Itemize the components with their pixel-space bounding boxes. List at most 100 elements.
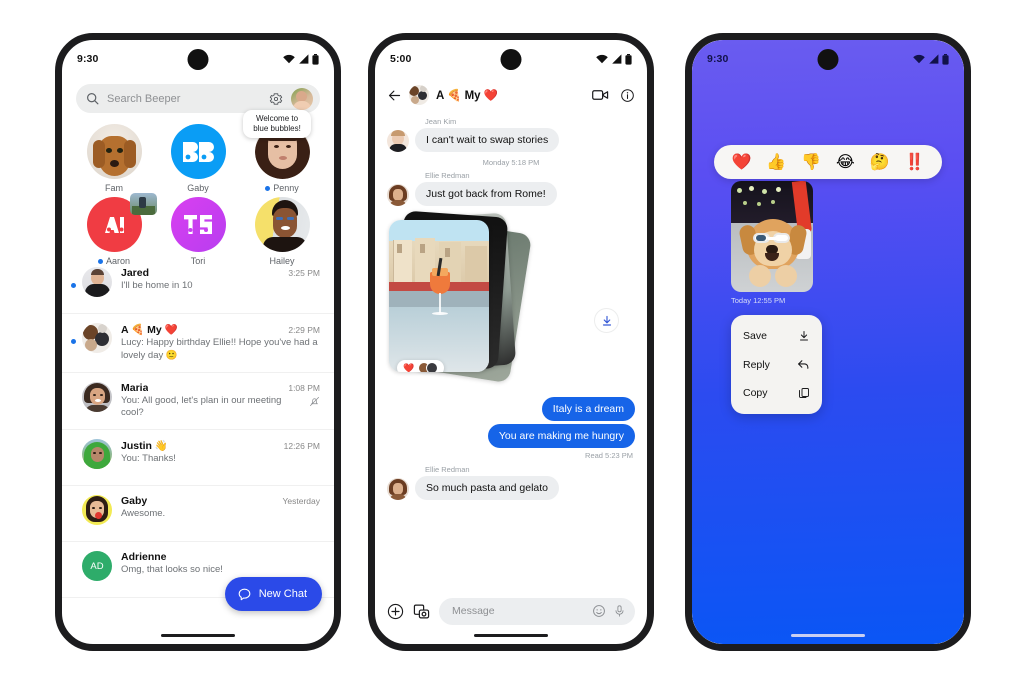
pinned-chat-tori[interactable]: Tori (156, 197, 240, 266)
reaction-heart[interactable]: ❤️ (731, 152, 751, 172)
aaron-glyph (105, 216, 124, 233)
pinned-chat-label: Fam (105, 183, 123, 193)
camera-notch (187, 49, 209, 70)
reactor-avatars (418, 362, 439, 372)
chat-row-justin[interactable]: Justin 👋 12:26 PM You: Thanks! (62, 430, 334, 487)
phone-conversation: 5:00 A 🍕 My ❤️ Jean Kim I can't wait to … (368, 33, 654, 651)
chat-time: 1:08 PM (288, 382, 320, 393)
message-input[interactable]: Message (439, 597, 635, 625)
photo-stack-message[interactable]: ❤️ (387, 210, 635, 395)
chat-row-maria[interactable]: Maria 1:08 PM You: All good, let's plan … (62, 373, 334, 431)
status-icons (283, 53, 319, 65)
chat-row-top: Adrienne (121, 551, 320, 563)
message-bubble: Just got back from Rome! (415, 182, 557, 206)
reaction-emoji: ❤️ (403, 362, 415, 373)
chat-preview: You: Thanks! (121, 453, 320, 466)
hailey-avatar (254, 197, 310, 252)
pinned-chat-penny[interactable]: Welcome to blue bubbles! Penny (240, 110, 324, 193)
pinned-chat-hailey[interactable]: Hailey (240, 197, 324, 266)
gear-icon[interactable] (269, 92, 283, 106)
chat-row-body: Gaby Yesterday Awesome. (121, 495, 320, 521)
chat-row-top: A 🍕 My ❤️ 2:29 PM (121, 323, 320, 336)
battery-icon (312, 53, 319, 65)
chat-preview: Omg, that looks so nice! (121, 564, 320, 577)
label-text: Penny (273, 183, 299, 193)
chat-row-jared[interactable]: Jared 3:25 PM I'll be home in 10 (62, 258, 334, 314)
tori-avatar (170, 197, 226, 252)
status-icons (913, 53, 949, 65)
mute-bell-icon (310, 396, 319, 406)
chat-time: 12:26 PM (283, 441, 320, 452)
menu-item-reply[interactable]: Reply (731, 350, 822, 379)
avatar (82, 381, 112, 412)
avatar-initials: AD (82, 551, 112, 582)
chat-preview: You: All good, let's plan in our meeting… (121, 395, 320, 421)
reaction-pill[interactable]: ❤️ (397, 360, 445, 373)
back-arrow-icon[interactable] (387, 88, 402, 103)
download-icon (800, 331, 808, 341)
pinned-chat-fam[interactable]: Fam (72, 124, 156, 193)
plus-icon[interactable] (387, 603, 404, 620)
chat-row-gaby[interactable]: Gaby Yesterday Awesome. (62, 486, 334, 543)
menu-item-copy[interactable]: Copy (731, 379, 822, 407)
chat-bubble-icon (238, 588, 251, 600)
pinned-chat-aaron[interactable]: Aaron (72, 193, 157, 266)
message-bubble: So much pasta and gelato (415, 476, 560, 500)
chat-time: Yesterday (282, 496, 321, 507)
message-thread: Jean Kim I can't wait to swap stories Mo… (375, 114, 647, 592)
menu-item-label: Reply (743, 358, 770, 371)
phone1-screen: 9:30 Search Beeper Fam Gaby Welcome to b… (62, 40, 334, 644)
group-avatar[interactable] (409, 85, 429, 105)
conversation-title: A 🍕 My ❤️ (436, 90, 499, 102)
profile-avatar[interactable] (291, 87, 313, 110)
message-incoming: Just got back from Rome! (387, 182, 635, 206)
preview-text: Lucy: Happy birthday Ellie!! Hope you've… (121, 337, 318, 361)
camera-notch (817, 49, 839, 70)
phone-inbox: 9:30 Search Beeper Fam Gaby Welcome to b… (55, 33, 341, 651)
video-call-icon[interactable] (592, 88, 609, 102)
photo-card-front-aperol[interactable]: ❤️ (389, 220, 489, 372)
status-time: 9:30 (77, 53, 99, 65)
info-icon[interactable] (620, 88, 635, 103)
beeper-glyph (183, 141, 214, 162)
avatar (387, 130, 409, 152)
reaction-exclamation[interactable]: ‼️ (905, 152, 925, 172)
signal-icon (929, 54, 939, 64)
reaction-joy[interactable]: 😂 (836, 152, 855, 172)
unread-dot (71, 339, 76, 344)
microphone-icon[interactable] (613, 604, 626, 618)
pinned-chat-gaby[interactable]: Gaby (156, 124, 240, 193)
search-bar[interactable]: Search Beeper (76, 84, 320, 113)
wifi-icon (283, 54, 295, 64)
new-chat-button[interactable]: New Chat (224, 577, 322, 611)
message-placeholder: Message (452, 605, 495, 617)
screenshot-stage: 9:30 Search Beeper Fam Gaby Welcome to b… (0, 0, 1024, 682)
unread-dot (265, 185, 271, 191)
preview-text: You: All good, let's plan in our meeting… (121, 394, 282, 419)
chat-row-top: Gaby Yesterday (121, 495, 320, 507)
chat-time: 2:29 PM (288, 325, 320, 335)
chat-name: Jared (121, 267, 150, 279)
chat-row-top: Maria 1:08 PM (121, 382, 320, 394)
pinned-chats-grid: Fam Gaby Welcome to blue bubbles! Penny … (72, 110, 324, 266)
menu-item-save[interactable]: Save (731, 322, 822, 350)
chat-row-a-my[interactable]: A 🍕 My ❤️ 2:29 PM Lucy: Happy birthday E… (62, 314, 334, 373)
camera-gallery-icon[interactable] (413, 603, 430, 620)
dog-sunglasses-photo[interactable] (731, 181, 813, 292)
avatar (82, 439, 112, 470)
pinned-chat-label: Gaby (187, 183, 209, 193)
reply-arrow-icon (798, 360, 809, 369)
message-bubble: I can't wait to swap stories (415, 128, 560, 152)
chat-preview: Awesome. (121, 508, 320, 521)
search-input[interactable]: Search Beeper (107, 93, 261, 105)
chat-row-body: Adrienne Omg, that looks so nice! (121, 551, 320, 577)
reaction-thumbs-down[interactable]: 👎 (801, 152, 821, 172)
download-button[interactable] (594, 308, 619, 333)
reaction-thumbs-up[interactable]: 👍 (766, 152, 786, 172)
reaction-thinking[interactable]: 🤔 (870, 152, 890, 172)
message-composer: Message (375, 596, 647, 626)
beeper-logo-avatar (170, 124, 226, 179)
status-time: 9:30 (707, 53, 729, 65)
emoji-icon[interactable] (592, 604, 606, 618)
avatar (387, 184, 409, 206)
